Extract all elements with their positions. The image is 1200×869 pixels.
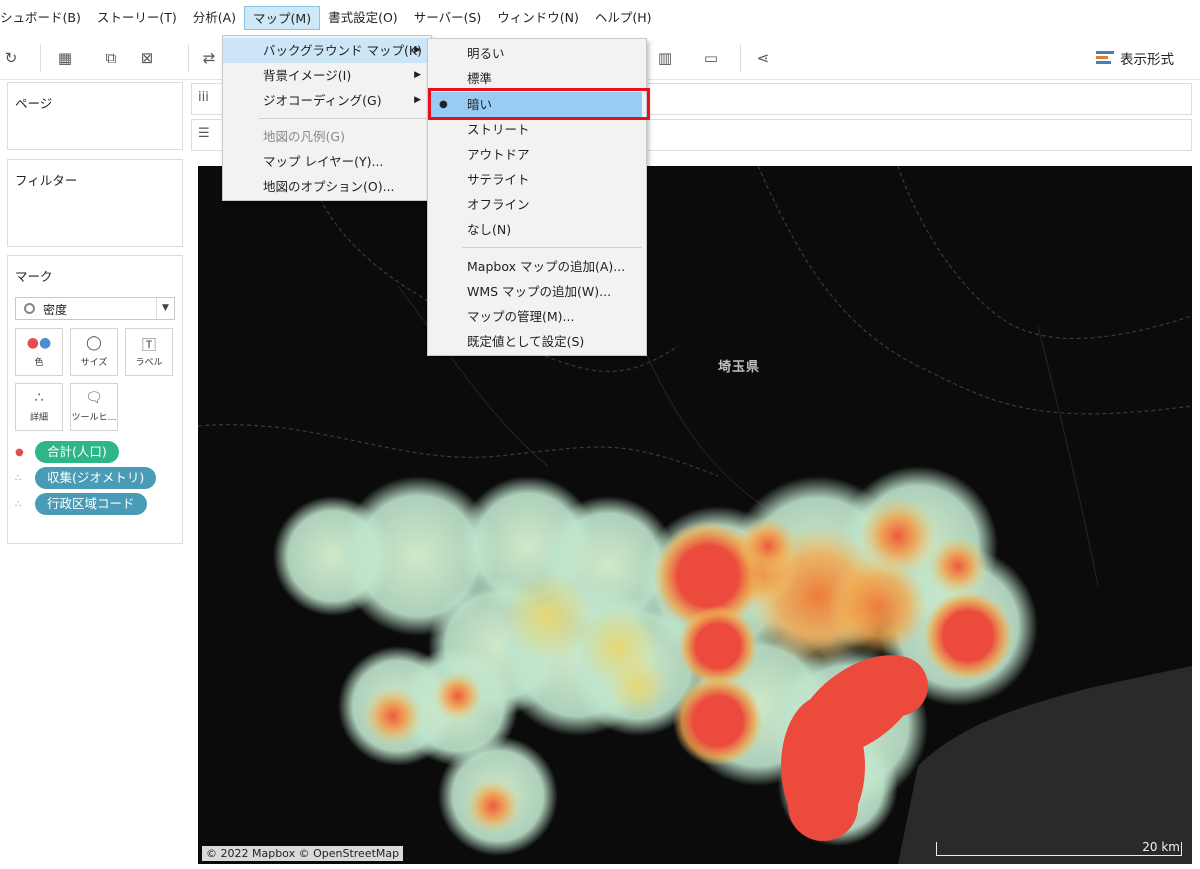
menu-story[interactable]: ストーリー(T): [89, 6, 185, 30]
bg-item-add-mapbox[interactable]: Mapbox マップの追加(A)...: [428, 254, 646, 279]
bg-item-offline[interactable]: オフライン: [428, 192, 646, 217]
menu-separator: [462, 247, 642, 248]
scale-label: 20 km: [1142, 840, 1180, 854]
tooltip-icon: 🗨: [85, 390, 103, 406]
menu-item-geocoding[interactable]: ジオコーディング(G) ▶: [223, 88, 431, 113]
marks-card: マーク 密度 ▼ ●● 色 ◯ サイズ 🅃 ラベル ∴ 詳細 🗨 ツールヒ… ●…: [7, 255, 183, 544]
show-me-label: 表示形式: [1120, 52, 1174, 68]
marks-title: マーク: [15, 269, 53, 284]
toolbar-separator: [740, 44, 741, 72]
pages-title: ページ: [15, 96, 53, 111]
pill-admin-code[interactable]: 行政区域コード: [35, 493, 147, 515]
new-worksheet-icon[interactable]: ▦: [54, 48, 76, 68]
menu-item-map-legend: 地図の凡例(G): [263, 129, 345, 144]
detail-icon: ∴: [15, 498, 22, 510]
label-button-label: ラベル: [135, 358, 163, 368]
mark-type-value: 密度: [43, 303, 68, 317]
menu-window[interactable]: ウィンドウ(N): [489, 6, 587, 30]
bg-item-light[interactable]: 明るい: [428, 41, 646, 66]
toolbar-separator: [188, 44, 189, 72]
highlight-box: [428, 88, 650, 120]
tooltip-button-label: ツールヒ…: [71, 413, 117, 423]
menu-item-label: 背景イメージ(I): [263, 68, 352, 83]
color-dots-icon: ●●: [26, 335, 52, 351]
menu-separator: [259, 118, 427, 119]
duplicate-sheet-icon[interactable]: ⧉: [100, 48, 122, 68]
redo-icon[interactable]: ↻: [0, 48, 22, 68]
menu-help[interactable]: ヘルプ(H): [587, 6, 660, 30]
swap-icon[interactable]: ⇄: [198, 48, 220, 68]
map-menu: バックグラウンド マップ(K) ▶ 背景イメージ(I) ▶ ジオコーディング(G…: [222, 35, 432, 201]
map-view[interactable]: 埼玉県 © 2022 Mapbox © OpenStreetMap 20 km: [198, 166, 1192, 864]
pill-row: ● 合計(人口): [15, 441, 119, 463]
tooltip-button[interactable]: 🗨 ツールヒ…: [70, 383, 118, 431]
density-mark-icon: [24, 303, 35, 314]
detail-icon: ∴: [34, 390, 44, 406]
mark-type-dropdown[interactable]: 密度 ▼: [15, 297, 175, 320]
map-canvas: [198, 166, 1192, 864]
pill-sum-population[interactable]: 合計(人口): [35, 441, 119, 463]
label-button[interactable]: 🅃 ラベル: [125, 328, 173, 376]
menu-format[interactable]: 書式設定(O): [320, 6, 406, 30]
presentation-icon[interactable]: ▭: [700, 48, 722, 68]
bg-item-add-wms[interactable]: WMS マップの追加(W)...: [428, 279, 646, 304]
color-dots-icon: ●: [15, 446, 24, 458]
size-icon: ◯: [86, 335, 102, 351]
color-button[interactable]: ●● 色: [15, 328, 63, 376]
bg-item-satellite[interactable]: サテライト: [428, 167, 646, 192]
menu-item-map-options[interactable]: 地図のオプション(O)...: [223, 174, 431, 199]
clear-sheet-icon[interactable]: ⊠: [136, 48, 158, 68]
menu-analysis[interactable]: 分析(A): [185, 6, 244, 30]
show-me-icon: [1096, 51, 1114, 65]
region-label: 埼玉県: [718, 360, 761, 375]
bg-item-none[interactable]: なし(N): [428, 217, 646, 242]
toolbar-separator: [40, 44, 41, 72]
detail-button[interactable]: ∴ 詳細: [15, 383, 63, 431]
menu-item-background-map[interactable]: バックグラウンド マップ(K) ▶: [223, 38, 431, 63]
background-map-submenu: 明るい 標準 ● 暗い ストリート アウトドア サテライト オフライン なし(N…: [427, 38, 647, 356]
detail-icon: ∴: [15, 472, 22, 484]
pages-card[interactable]: ページ: [7, 82, 183, 150]
size-button[interactable]: ◯ サイズ: [70, 328, 118, 376]
pill-row: ∴ 収集(ジオメトリ): [15, 467, 157, 489]
pill-collect-geometry[interactable]: 収集(ジオメトリ): [35, 467, 157, 489]
chart-icon[interactable]: ▥: [654, 48, 676, 68]
bg-item-outdoors[interactable]: アウトドア: [428, 142, 646, 167]
menu-server[interactable]: サーバー(S): [406, 6, 490, 30]
filters-card[interactable]: フィルター: [7, 159, 183, 247]
menu-item-label: ジオコーディング(G): [263, 93, 382, 108]
rows-icon: ☰: [198, 126, 210, 141]
chevron-down-icon: ▼: [156, 298, 174, 319]
map-attribution[interactable]: © 2022 Mapbox © OpenStreetMap: [202, 846, 404, 861]
bg-item-manage-maps[interactable]: マップの管理(M)...: [428, 304, 646, 329]
detail-button-label: 詳細: [29, 413, 48, 423]
label-icon: 🅃: [142, 338, 156, 354]
pill-row: ∴ 行政区域コード: [15, 493, 147, 515]
menu-map[interactable]: マップ(M): [244, 6, 321, 30]
color-button-label: 色: [34, 358, 44, 368]
submenu-arrow-icon: ▶: [414, 45, 421, 55]
size-button-label: サイズ: [80, 358, 108, 368]
share-icon[interactable]: ⋖: [752, 48, 774, 68]
menu-item-map-layers[interactable]: マップ レイヤー(Y)...: [223, 149, 431, 174]
show-me-button[interactable]: 表示形式: [1096, 48, 1174, 68]
menu-item-label: バックグラウンド マップ(K): [263, 43, 422, 58]
submenu-arrow-icon: ▶: [414, 95, 421, 105]
menu-bar: シュボード(B) ストーリー(T) 分析(A) マップ(M) 書式設定(O) サ…: [0, 0, 1200, 36]
menu-item-background-image[interactable]: 背景イメージ(I) ▶: [223, 63, 431, 88]
menu-dashboard[interactable]: シュボード(B): [0, 6, 89, 30]
columns-icon: iii: [198, 90, 209, 105]
bg-item-streets[interactable]: ストリート: [428, 117, 646, 142]
submenu-arrow-icon: ▶: [414, 70, 421, 80]
bg-item-set-default[interactable]: 既定値として設定(S): [428, 329, 646, 354]
filters-title: フィルター: [15, 173, 78, 188]
